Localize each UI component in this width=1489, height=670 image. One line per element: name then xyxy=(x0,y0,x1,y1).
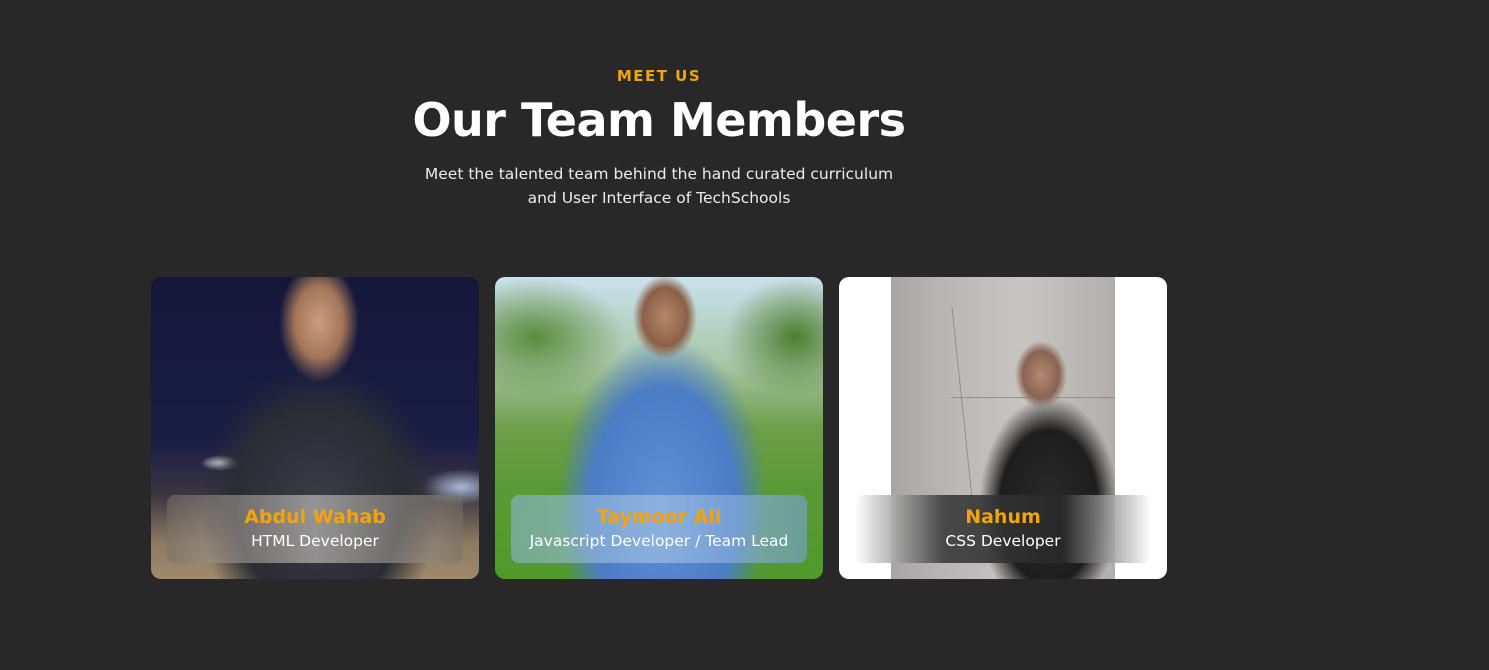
team-card[interactable]: Nahum CSS Developer xyxy=(839,277,1167,579)
member-caption: Taymoor Ali Javascript Developer / Team … xyxy=(511,495,807,563)
member-name: Nahum xyxy=(965,506,1041,528)
member-role: CSS Developer xyxy=(945,532,1061,550)
member-caption: Abdul Wahab HTML Developer xyxy=(167,495,463,563)
team-section-header: MEET US Our Team Members Meet the talent… xyxy=(359,66,959,210)
section-subtitle: Meet the talented team behind the hand c… xyxy=(359,162,959,210)
subtitle-line-1: Meet the talented team behind the hand c… xyxy=(424,165,894,183)
member-role: Javascript Developer / Team Lead xyxy=(529,532,789,550)
member-caption: Nahum CSS Developer xyxy=(855,495,1151,563)
team-card[interactable]: Taymoor Ali Javascript Developer / Team … xyxy=(495,277,823,579)
subtitle-line-2: and User Interface of TechSchools xyxy=(527,189,791,207)
member-name: Taymoor Ali xyxy=(596,506,722,528)
team-cards: Abdul Wahab HTML Developer Taymoor Ali J… xyxy=(151,277,1167,579)
member-name: Abdul Wahab xyxy=(244,506,386,528)
member-role: HTML Developer xyxy=(251,532,379,550)
section-title: Our Team Members xyxy=(412,93,906,147)
team-card[interactable]: Abdul Wahab HTML Developer xyxy=(151,277,479,579)
section-eyebrow: MEET US xyxy=(616,67,702,85)
